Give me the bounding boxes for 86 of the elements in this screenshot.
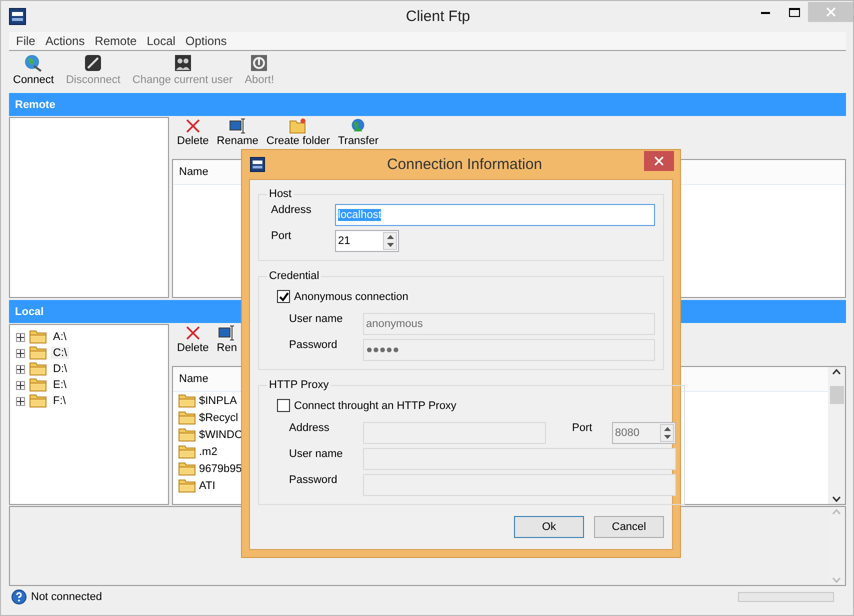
folder-icon — [178, 410, 196, 424]
up-arrow-icon[interactable] — [386, 235, 394, 239]
app-icon — [250, 157, 265, 172]
expand-icon[interactable] — [16, 364, 25, 374]
field-label: Port — [572, 422, 594, 434]
folder-icon — [178, 428, 196, 442]
dialog-button[interactable]: Ok — [514, 516, 584, 538]
field-label: User name — [289, 313, 344, 325]
file-name[interactable]: .m2 — [199, 446, 218, 458]
tree-item[interactable]: C:\ — [51, 347, 70, 359]
password-field[interactable]: ●●●●● — [363, 339, 655, 361]
field-label: Address — [271, 204, 312, 216]
file-name[interactable]: ATI — [199, 480, 216, 492]
proxy-password-field[interactable] — [363, 474, 676, 496]
expand-icon[interactable] — [16, 348, 25, 358]
folder-icon — [178, 462, 196, 476]
tree-item[interactable]: D:\ — [51, 363, 70, 375]
dialog-button[interactable]: Cancel — [594, 516, 664, 538]
close-icon — [826, 7, 836, 17]
group-title: Host — [268, 188, 293, 200]
close-button[interactable] — [644, 151, 674, 171]
field-label: Address — [289, 422, 330, 434]
menu-item[interactable]: File — [11, 34, 40, 48]
field-label: Password — [289, 474, 338, 486]
field-label: Password — [289, 339, 338, 351]
folder-icon — [178, 478, 196, 492]
globe-icon — [24, 54, 42, 72]
down-arrow-icon[interactable] — [664, 435, 670, 439]
check-icon — [278, 292, 288, 302]
globe-icon — [350, 118, 366, 134]
field-label: User name — [289, 448, 344, 460]
toolbar-button[interactable]: Create folder — [266, 118, 330, 155]
scroll-down-icon[interactable] — [832, 496, 841, 502]
rename-icon — [228, 118, 247, 134]
field-label: Port — [271, 230, 292, 242]
status-text: Not connected — [31, 591, 103, 603]
folder-icon — [289, 118, 308, 134]
expand-icon[interactable] — [16, 396, 25, 406]
folder-icon — [29, 378, 47, 392]
scroll-thumb[interactable] — [830, 386, 844, 404]
tree-item[interactable]: F:\ — [51, 395, 68, 407]
close-icon — [184, 118, 201, 134]
users-icon — [174, 54, 192, 72]
proxy-checkbox[interactable]: Connect throught an HTTP Proxy — [271, 395, 676, 418]
minimize-icon — [760, 10, 770, 14]
toolbar-button[interactable]: Delete — [177, 118, 209, 155]
file-name[interactable]: $Recycl — [199, 412, 238, 424]
help-icon — [11, 589, 27, 605]
down-arrow-icon[interactable] — [386, 243, 394, 247]
up-arrow-icon[interactable] — [664, 427, 670, 431]
file-name[interactable]: $INPLA — [199, 394, 237, 406]
rename-icon — [218, 325, 236, 341]
username-field[interactable]: anonymous — [363, 313, 655, 335]
scroll-up-icon[interactable] — [832, 369, 841, 375]
menu-item[interactable]: Remote — [90, 34, 142, 48]
folder-icon — [178, 444, 196, 458]
section-header: Remote — [9, 93, 846, 116]
expand-icon[interactable] — [16, 332, 25, 342]
close-icon — [184, 325, 201, 341]
folder-icon — [29, 394, 47, 408]
folder-icon — [178, 394, 196, 408]
app-icon — [9, 8, 26, 25]
tree-item[interactable]: E:\ — [51, 379, 68, 391]
group-title: Credential — [268, 270, 320, 282]
menu-item[interactable]: Actions — [40, 34, 90, 48]
scrollbar[interactable] — [828, 367, 845, 504]
toolbar-button[interactable]: Delete — [177, 325, 209, 362]
toolbar-button[interactable]: Ren — [216, 325, 237, 362]
proxy-port-field[interactable]: 8080 — [612, 422, 676, 444]
expand-icon[interactable] — [16, 380, 25, 390]
tree-item[interactable]: A:\ — [51, 331, 68, 343]
dialog-title: Connection Information — [386, 156, 544, 173]
window-title: Client Ftp — [404, 8, 472, 25]
file-name[interactable]: 9679b95 — [199, 462, 242, 474]
toolbar-button[interactable]: Rename — [216, 118, 258, 155]
folder-icon — [29, 346, 47, 360]
toolbar-button[interactable]: Connect — [11, 54, 56, 86]
close-icon — [654, 156, 664, 166]
maximize-icon — [788, 8, 800, 16]
menu-item[interactable]: Local — [142, 34, 180, 48]
port-field[interactable]: 21 — [335, 230, 399, 252]
folder-icon — [29, 362, 47, 376]
menu-item[interactable]: Options — [180, 34, 232, 48]
proxy-username-field[interactable] — [363, 448, 676, 470]
group-title: HTTP Proxy — [268, 379, 330, 391]
folder-icon — [29, 330, 47, 344]
